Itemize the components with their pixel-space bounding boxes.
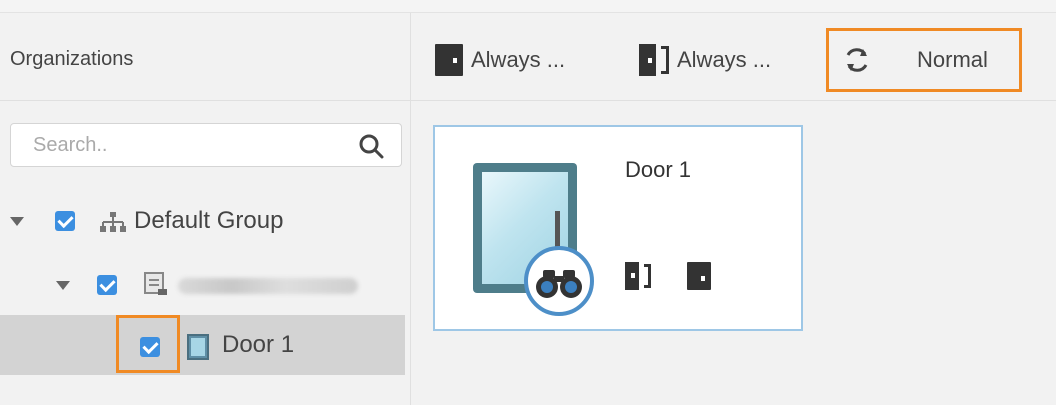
expand-caret-icon[interactable] (56, 281, 70, 290)
door-closed-icon (435, 44, 463, 76)
always-open-button[interactable]: Always ... (639, 43, 771, 77)
checkbox-device[interactable] (97, 275, 117, 295)
always-closed-button[interactable]: Always ... (435, 43, 565, 77)
tree-item-door-1[interactable]: Door 1 (0, 315, 405, 375)
normal-highlight (826, 28, 1022, 92)
tree-item-device[interactable] (0, 255, 405, 315)
organization-header: Organizations (0, 13, 410, 101)
always-open-label: Always ... (677, 47, 772, 72)
checkbox-default-group[interactable] (55, 211, 75, 231)
search-input[interactable]: Search.. (10, 123, 402, 167)
device-name-obscured (178, 278, 358, 294)
door-icon (187, 334, 209, 360)
door-view-panel: Always ... Always ... Normal Door 1 (411, 13, 1056, 405)
org-tree-icon (100, 212, 126, 232)
organization-panel: Organizations Search.. Default Group Doo… (0, 13, 411, 405)
door-card-actions (625, 262, 711, 290)
door-open-icon (639, 44, 669, 76)
door-card-title: Door 1 (625, 157, 692, 182)
checkbox-highlight (116, 315, 180, 373)
organizations-title: Organizations (10, 48, 134, 70)
expand-caret-icon[interactable] (10, 217, 24, 226)
door-card[interactable]: Door 1 (433, 125, 803, 331)
always-closed-label: Always ... (471, 47, 566, 72)
search-icon[interactable] (357, 132, 385, 160)
device-icon (144, 272, 167, 295)
top-strip (0, 0, 1056, 13)
door-closed-icon[interactable] (687, 262, 711, 290)
search-placeholder: Search.. (33, 134, 108, 156)
tree-label-door-1: Door 1 (222, 331, 295, 358)
door-open-icon[interactable] (625, 262, 651, 290)
tree-label-default-group: Default Group (134, 207, 284, 234)
tree-item-default-group[interactable]: Default Group (0, 191, 405, 251)
binoculars-icon[interactable] (523, 245, 595, 317)
